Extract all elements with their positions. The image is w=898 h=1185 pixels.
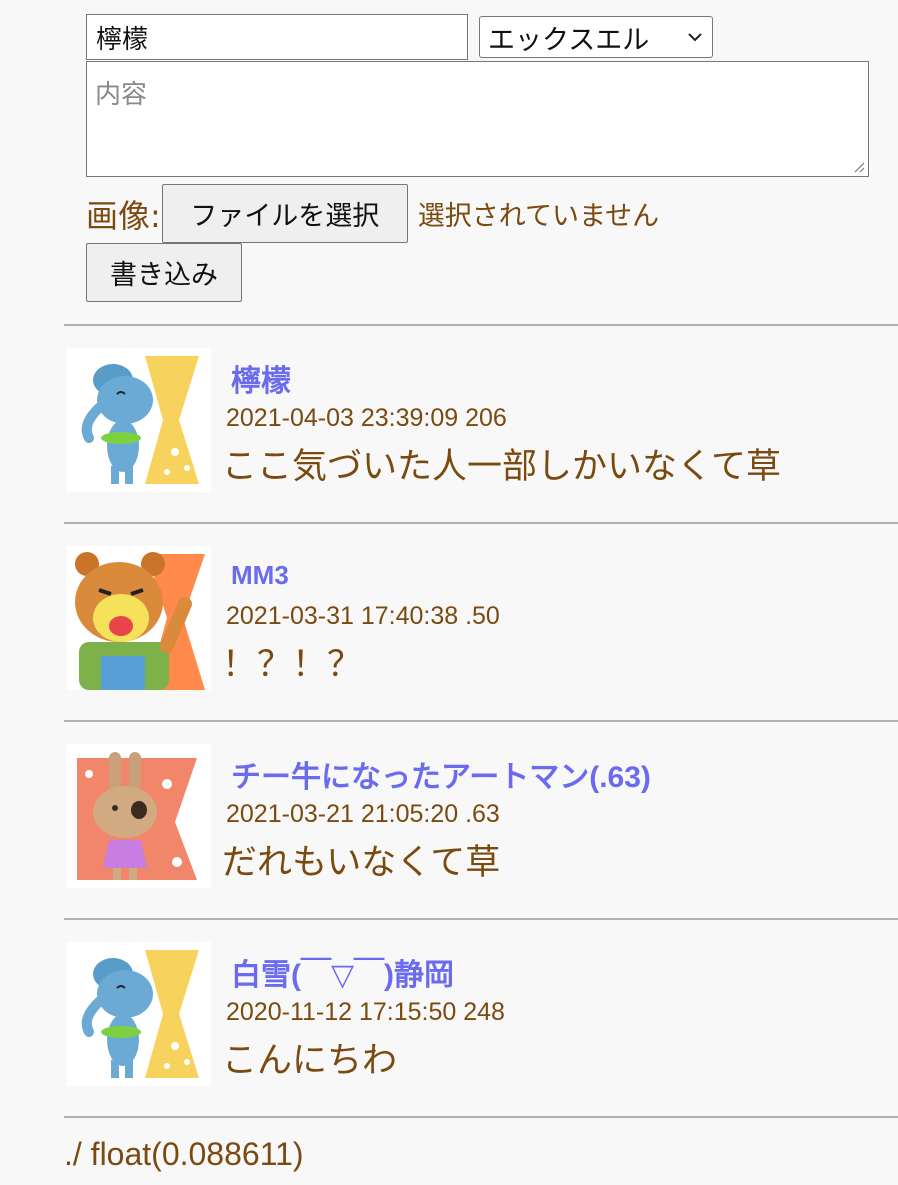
image-label: 画像: bbox=[86, 196, 161, 235]
image-upload-row: 画像: ファイルを選択 選択されていません bbox=[86, 184, 659, 243]
post-meta: 2021-04-03 23:39:09 206 bbox=[226, 404, 507, 432]
post-meta: 2021-03-21 21:05:20 .63 bbox=[226, 800, 500, 828]
resize-grip-icon[interactable] bbox=[851, 159, 865, 173]
post-item: チー牛になったアートマン(.63) 2021-03-21 21:05:20 .6… bbox=[0, 722, 898, 918]
avatar-select-value: エックスエル bbox=[488, 24, 650, 56]
blue-elephant-avatar-icon bbox=[67, 942, 211, 1086]
choose-file-button[interactable]: ファイルを選択 bbox=[161, 184, 408, 243]
bear-cub-avatar-icon bbox=[67, 546, 211, 690]
post-body: ！？！？ bbox=[222, 645, 363, 685]
post-author[interactable]: 檸檬 bbox=[231, 356, 291, 400]
divider bbox=[64, 1116, 898, 1118]
post-author[interactable]: MM3 bbox=[231, 560, 289, 591]
chevron-down-icon bbox=[688, 33, 702, 42]
submit-button[interactable]: 書き込み bbox=[86, 243, 242, 302]
post-item: 檸檬 2021-04-03 23:39:09 206 ここ気づいた人一部しかいな… bbox=[0, 326, 898, 522]
rabbit-avatar-icon bbox=[67, 744, 211, 888]
name-input[interactable] bbox=[86, 14, 468, 60]
post-item: 白雪(￣▽￣)静岡 2020-11-12 17:15:50 248 こんにちわ bbox=[0, 920, 898, 1116]
post-meta: 2020-11-12 17:15:50 248 bbox=[226, 998, 505, 1026]
post-form: エックスエル 内容 画像: ファイルを選択 選択されていません 書き込み bbox=[86, 14, 876, 302]
post-author[interactable]: チー牛になったアートマン(.63) bbox=[231, 752, 651, 796]
post-body: だれもいなくて草 bbox=[222, 843, 501, 883]
file-status: 選択されていません bbox=[417, 201, 660, 232]
post-author[interactable]: 白雪(￣▽￣)静岡 bbox=[231, 950, 454, 994]
post-meta: 2021-03-31 17:40:38 .50 bbox=[226, 602, 500, 630]
blue-elephant-avatar-icon bbox=[67, 348, 211, 492]
post-body: ここ気づいた人一部しかいなくて草 bbox=[222, 447, 781, 487]
footer-text: ./ float(0.088611) bbox=[64, 1136, 304, 1172]
post-body: こんにちわ bbox=[222, 1041, 398, 1081]
avatar-select[interactable]: エックスエル bbox=[479, 16, 713, 58]
content-textarea[interactable]: 内容 bbox=[86, 61, 869, 177]
content-placeholder: 内容 bbox=[95, 80, 148, 110]
form-top-row: エックスエル bbox=[86, 14, 876, 60]
post-item: MM3 2021-03-31 17:40:38 .50 ！？！？ bbox=[0, 524, 898, 720]
